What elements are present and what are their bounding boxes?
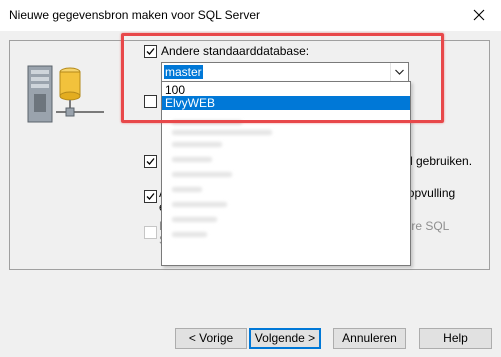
- default-database-label: Andere standaarddatabase:: [161, 44, 310, 58]
- blurred-item: [172, 217, 217, 222]
- blurred-item: [172, 187, 202, 192]
- failover-server-checkbox: [144, 226, 157, 239]
- blurred-item: [172, 202, 227, 207]
- help-button[interactable]: Help: [419, 328, 492, 349]
- ansi-checkbox[interactable]: [144, 190, 157, 203]
- close-icon[interactable]: [467, 4, 491, 26]
- blurred-item: [172, 157, 212, 162]
- combobox-value: master: [164, 65, 203, 79]
- chevron-down-icon[interactable]: [390, 63, 408, 81]
- option-checkbox-3[interactable]: [144, 155, 157, 168]
- dropdown-item-elvyweb[interactable]: ElvyWEB: [162, 96, 410, 110]
- database-combobox[interactable]: master: [161, 62, 409, 82]
- blurred-item: [172, 142, 222, 147]
- default-database-checkbox[interactable]: [144, 45, 157, 58]
- option-checkbox-2[interactable]: [144, 95, 157, 108]
- blurred-item: [172, 172, 232, 177]
- window-title: Nieuwe gegevensbron maken voor SQL Serve…: [9, 8, 261, 22]
- database-dropdown-list[interactable]: 100 ElvyWEB: [161, 81, 411, 266]
- back-button[interactable]: < Vorige: [175, 328, 247, 349]
- dropdown-item-100[interactable]: 100: [162, 83, 410, 97]
- cancel-button[interactable]: Annuleren: [333, 328, 406, 349]
- database-server-icon: [24, 62, 106, 130]
- next-button[interactable]: Volgende >: [249, 328, 321, 349]
- title-bar: Nieuwe gegevensbron maken voor SQL Serve…: [0, 0, 501, 31]
- option-label-3: d gebruiken.: [406, 154, 473, 168]
- blurred-item: [172, 120, 242, 125]
- blurred-item: [172, 232, 207, 237]
- blurred-item: [172, 130, 272, 135]
